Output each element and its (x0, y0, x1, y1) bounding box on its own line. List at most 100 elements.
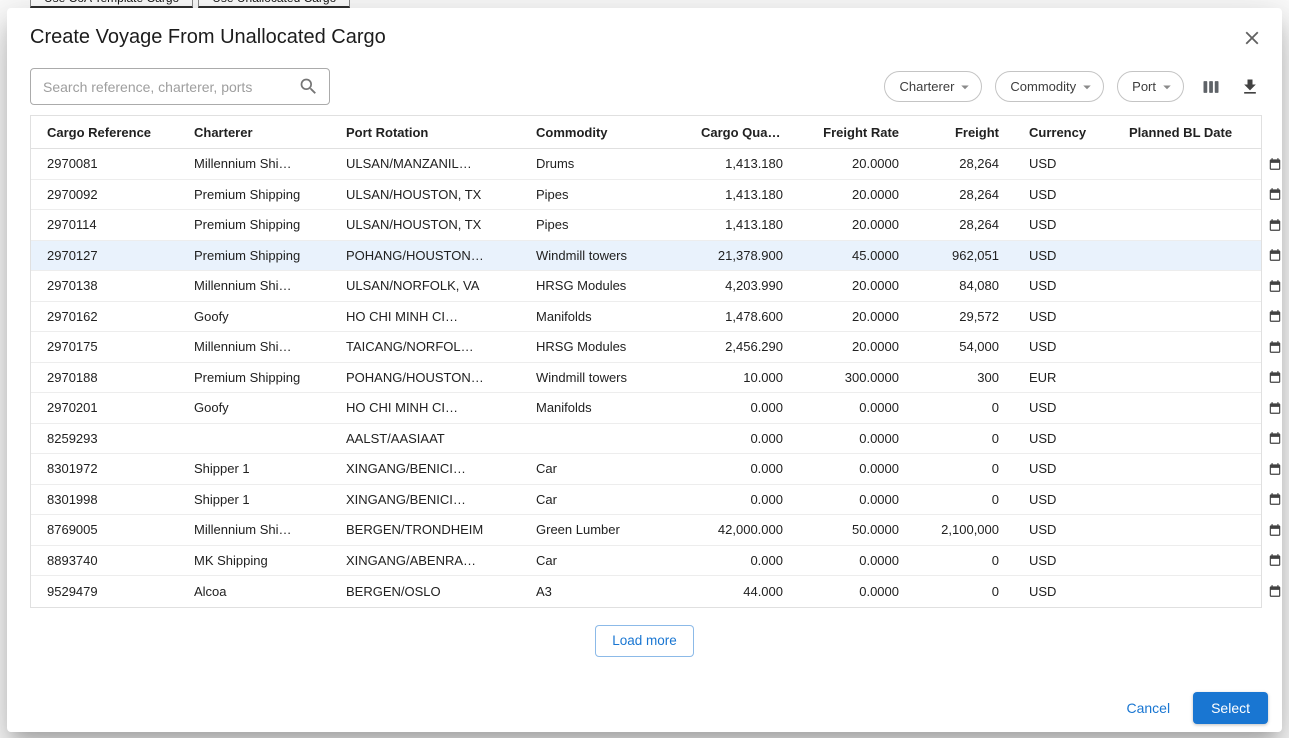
row-calendar-icon[interactable] (1268, 431, 1282, 445)
table-row[interactable]: 2970114 Premium Shipping ULSAN/HOUSTON, TX… (31, 210, 1281, 241)
column-header-charterer[interactable]: Charterer (178, 125, 330, 140)
table-row[interactable]: 2970162 Goofy HO CHI MINH CI… Manifolds 1,47… (31, 301, 1281, 332)
cell-charterer: Millennium Shi… (194, 522, 292, 538)
cell-commodity: Drums (536, 156, 575, 172)
create-voyage-dialog: Create Voyage From Unallocated Cargo Cha… (7, 8, 1282, 732)
cell-port-rotation: BERGEN/OSLO (346, 583, 441, 599)
cell-port-rotation: TAICANG/NORFOL… (346, 339, 474, 355)
search-input[interactable] (30, 68, 330, 105)
columns-button[interactable] (1199, 75, 1223, 99)
cell-cargo-quantity: 1,413.180 (725, 156, 783, 172)
cell-cargo-reference: 8259293 (47, 430, 98, 446)
toolbar-filters: Charterer Commodity Port (871, 71, 1262, 102)
row-calendar-icon[interactable] (1268, 157, 1282, 171)
cell-freight: 0 (991, 400, 999, 416)
table-row[interactable]: 2970138 Millennium Shi… ULSAN/NORFOLK, VA H… (31, 271, 1281, 302)
cell-cargo-reference: 2970201 (47, 400, 98, 416)
table-row[interactable]: 8769005 Millennium Shi… BERGEN/TRONDHEIM Gr… (31, 515, 1281, 546)
table-row[interactable]: 2970175 Millennium Shi… TAICANG/NORFOL… HRS… (31, 332, 1281, 363)
cell-cargo-quantity: 0.000 (750, 491, 783, 507)
column-header-cargo-quantity[interactable]: Cargo Quantity (685, 125, 797, 140)
cell-cargo-reference: 2970127 (47, 247, 98, 263)
cell-freight-rate: 0.0000 (859, 552, 899, 568)
cell-cargo-quantity: 1,413.180 (725, 217, 783, 233)
table-row[interactable]: 2970188 Premium Shipping POHANG/HOUSTON… Wi… (31, 362, 1281, 393)
row-calendar-icon[interactable] (1268, 401, 1282, 415)
cell-freight: 28,264 (959, 156, 999, 172)
column-header-currency[interactable]: Currency (1013, 125, 1113, 140)
download-button[interactable] (1238, 75, 1262, 99)
row-calendar-icon[interactable] (1268, 523, 1282, 537)
cancel-button[interactable]: Cancel (1116, 694, 1180, 722)
table-row[interactable]: 2970201 Goofy HO CHI MINH CI… Manifolds 0.00… (31, 393, 1281, 424)
cell-commodity: Manifolds (536, 308, 592, 324)
cell-cargo-reference: 8301972 (47, 461, 98, 477)
tab-use-coa-template-cargo[interactable]: Use CoA Template Cargo (30, 0, 194, 8)
cell-commodity: Pipes (536, 217, 569, 233)
chevron-down-icon (954, 78, 974, 96)
cell-freight-rate: 0.0000 (859, 461, 899, 477)
table-header: Cargo Reference Charterer Port Rotation Com… (31, 116, 1261, 149)
cell-freight: 0 (991, 583, 999, 599)
row-calendar-icon[interactable] (1268, 370, 1282, 384)
cell-freight-rate: 20.0000 (852, 339, 899, 355)
cell-port-rotation: XINGANG/BENICI… (346, 461, 466, 477)
cell-freight: 0 (991, 430, 999, 446)
column-header-freight-rate[interactable]: Freight Rate (797, 125, 913, 140)
cell-cargo-reference: 8301998 (47, 491, 98, 507)
row-calendar-icon[interactable] (1268, 309, 1282, 323)
tab-use-unallocated-cargo[interactable]: Use Unallocated Cargo (198, 0, 351, 8)
cell-currency: USD (1029, 400, 1057, 416)
table-row[interactable]: 9529479 Alcoa BERGEN/OSLO A3 44.000 0.0000 0 US… (31, 576, 1281, 607)
commodity-filter-dropdown[interactable]: Commodity (995, 71, 1105, 102)
row-calendar-icon[interactable] (1268, 462, 1282, 476)
table-row[interactable]: 8259293 AALST/AASIAAT 0.000 0.0000 0 USD (31, 423, 1281, 454)
table-row[interactable]: 8893740 MK Shipping XINGANG/ABENRA… Car 0.00… (31, 545, 1281, 576)
column-header-port-rotation[interactable]: Port Rotation (330, 125, 520, 140)
cell-freight-rate: 20.0000 (852, 278, 899, 294)
cell-currency: USD (1029, 186, 1057, 202)
cell-cargo-quantity: 0.000 (750, 430, 783, 446)
row-calendar-icon[interactable] (1268, 248, 1282, 262)
column-header-cargo-reference[interactable]: Cargo Reference (31, 125, 178, 140)
row-calendar-icon[interactable] (1268, 187, 1282, 201)
cell-currency: USD (1029, 430, 1057, 446)
cell-freight: 2,100,000 (941, 522, 999, 538)
table-row[interactable]: 8301998 Shipper 1 XINGANG/BENICI… Car 0.000 0… (31, 484, 1281, 515)
table-row[interactable]: 2970092 Premium Shipping ULSAN/HOUSTON, TX… (31, 179, 1281, 210)
charterer-filter-dropdown[interactable]: Charterer (884, 71, 983, 102)
port-filter-dropdown[interactable]: Port (1117, 71, 1184, 102)
cell-freight-rate: 0.0000 (859, 491, 899, 507)
row-calendar-icon[interactable] (1268, 584, 1282, 598)
close-button[interactable] (1238, 24, 1266, 52)
row-calendar-icon[interactable] (1268, 553, 1282, 567)
cell-charterer: Millennium Shi… (194, 278, 292, 294)
row-calendar-icon[interactable] (1268, 492, 1282, 506)
cell-commodity: Pipes (536, 186, 569, 202)
cell-commodity: Manifolds (536, 400, 592, 416)
row-calendar-icon[interactable] (1268, 218, 1282, 232)
row-calendar-icon[interactable] (1268, 279, 1282, 293)
column-header-planned-bl-date[interactable]: Planned BL Date (1113, 125, 1261, 140)
column-header-commodity[interactable]: Commodity (520, 125, 685, 140)
cell-port-rotation: ULSAN/NORFOLK, VA (346, 278, 480, 294)
column-header-freight[interactable]: Freight (913, 125, 1013, 140)
cell-commodity: HRSG Modules (536, 278, 627, 294)
cell-port-rotation: BERGEN/TRONDHEIM (346, 522, 484, 538)
load-more-button[interactable]: Load more (595, 624, 694, 657)
cell-cargo-quantity: 0.000 (750, 552, 783, 568)
select-button[interactable]: Select (1193, 692, 1268, 724)
cell-freight-rate: 45.0000 (852, 247, 899, 263)
unallocated-cargo-table: Cargo Reference Charterer Port Rotation Com… (30, 115, 1281, 608)
cell-cargo-quantity: 10.000 (743, 369, 783, 385)
cell-cargo-reference: 2970081 (47, 156, 98, 172)
table-row[interactable]: 2970081 Millennium Shi… ULSAN/MANZANIL… Dru… (31, 149, 1281, 180)
cell-charterer: Shipper 1 (194, 461, 250, 477)
load-more-row: Load more (7, 608, 1282, 657)
table-row[interactable]: 2970127 Premium Shipping POHANG/HOUSTON… Wi… (31, 240, 1281, 271)
table-row[interactable]: 8301972 Shipper 1 XINGANG/BENICI… Car 0.000 0… (31, 454, 1281, 485)
row-calendar-icon[interactable] (1268, 340, 1282, 354)
cell-cargo-reference: 8769005 (47, 522, 98, 538)
cell-port-rotation: XINGANG/BENICI… (346, 491, 466, 507)
cell-commodity: Windmill towers (536, 247, 628, 263)
